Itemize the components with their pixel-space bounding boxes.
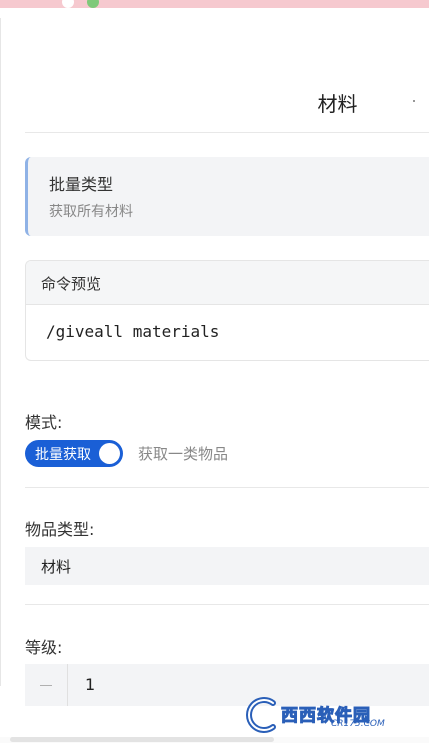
minus-icon xyxy=(40,684,52,686)
horizontal-scrollbar-thumb[interactable] xyxy=(10,737,274,742)
mode-label: 模式: xyxy=(25,413,63,432)
divider xyxy=(25,132,429,133)
minus-button[interactable] xyxy=(25,664,67,706)
page-title: 材料 xyxy=(317,92,358,116)
command-preview-header: 命令预览 xyxy=(26,261,429,305)
mode-description: 获取一类物品 xyxy=(138,445,229,463)
level-value[interactable]: 1 xyxy=(85,675,95,694)
stepper-divider xyxy=(67,664,68,706)
watermark-site: CR173.COM xyxy=(331,719,385,729)
status-bar xyxy=(0,0,429,8)
status-icon xyxy=(62,0,74,8)
toggle-knob[interactable] xyxy=(99,443,120,464)
command-preview-card: 命令预览 /giveall materials xyxy=(25,260,429,361)
batch-toggle[interactable]: 批量获取 xyxy=(25,440,123,467)
command-preview-label: 命令预览 xyxy=(41,275,102,293)
divider xyxy=(25,487,429,488)
batch-type-card: 批量类型 获取所有材料 xyxy=(25,157,429,236)
item-type-select[interactable]: 材料 xyxy=(25,547,429,585)
divider xyxy=(25,604,429,605)
status-icon xyxy=(87,0,99,8)
batch-type-subtitle: 获取所有材料 xyxy=(49,204,133,220)
level-label: 等级: xyxy=(25,638,63,657)
batch-type-title: 批量类型 xyxy=(49,175,114,194)
item-type-value: 材料 xyxy=(41,558,72,576)
batch-toggle-label: 批量获取 xyxy=(35,447,91,463)
command-text: /giveall materials xyxy=(46,322,220,341)
nav-dot-icon xyxy=(413,100,415,102)
item-type-label: 物品类型: xyxy=(25,520,95,539)
page-edge xyxy=(0,18,1,686)
watermark-logo: 西西软件园 CR173.COM xyxy=(233,695,411,735)
